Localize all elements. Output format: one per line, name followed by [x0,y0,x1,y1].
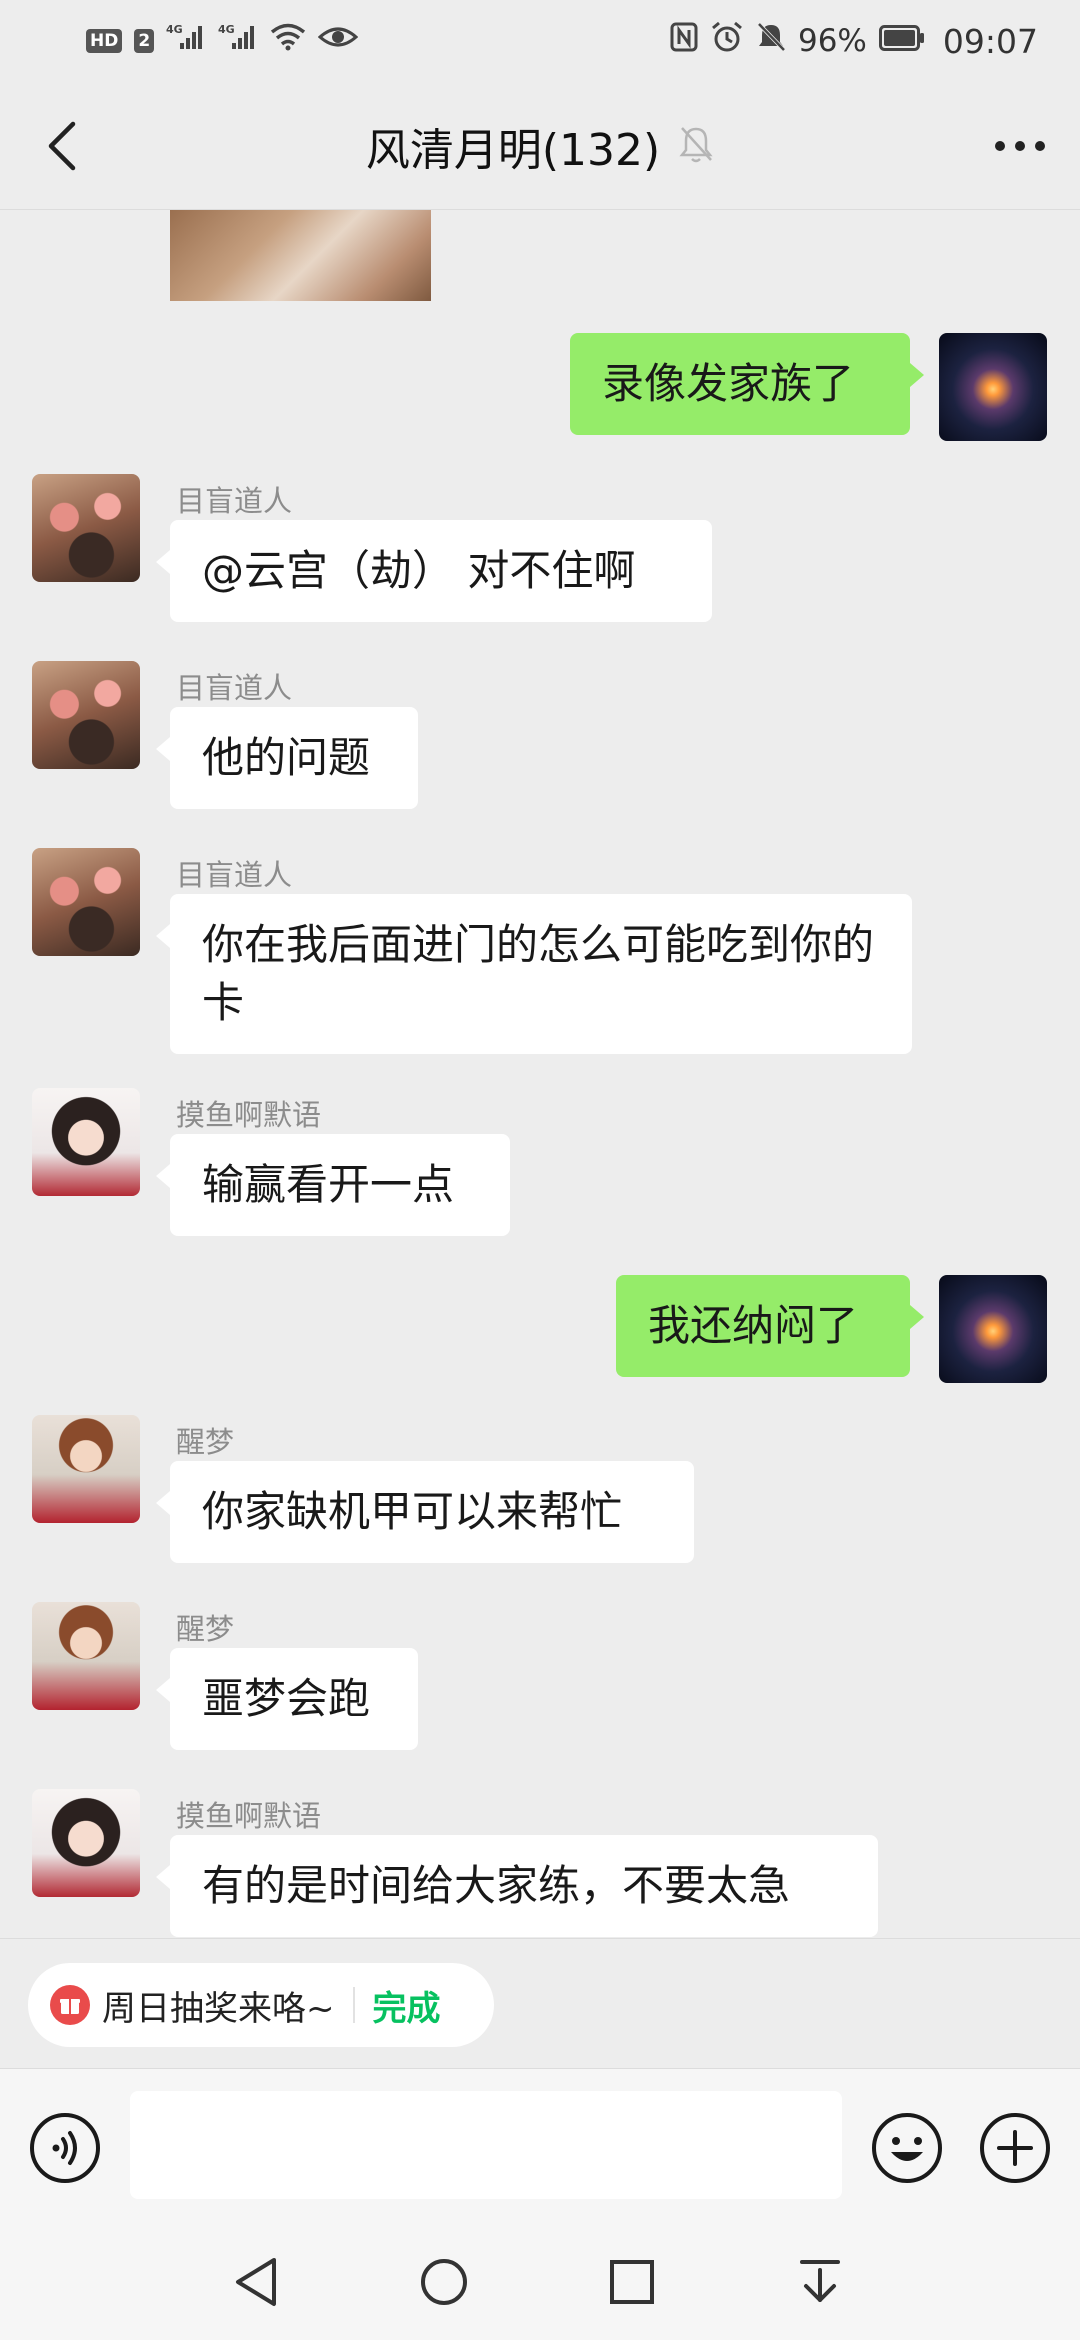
page-title: 风清月明(132) [365,125,661,176]
sender-name: 醒梦 [176,1425,235,1459]
voice-button[interactable] [29,2112,101,2184]
sender-avatar[interactable] [32,1602,140,1710]
status-right: 96% 09:07 [670,21,1038,61]
sender-avatar[interactable] [32,1789,140,1897]
chat-screen: HD 2 4G 4G 96% 09:07 风清月明(132) 录像发家族了 目盲… [0,0,1080,2340]
title-group: 风清月明(132) [0,118,1080,176]
plus-circle-icon [980,2113,1050,2183]
sender-avatar[interactable] [32,474,140,582]
network-2-label: 4G [218,23,235,36]
status-left: HD 2 4G 4G [86,23,359,59]
my-avatar[interactable] [939,333,1047,441]
battery-icon [878,23,925,59]
incoming-bubble[interactable]: 噩梦会跑 [156,1648,418,1750]
nav-home-button[interactable] [412,2250,476,2314]
input-bar [0,2068,1080,2228]
chip-divider [352,1987,355,2023]
eye-icon [317,23,359,59]
done-button[interactable]: 完成 [373,1981,441,2030]
message-list[interactable]: 录像发家族了 目盲道人 @云宫（劫） 对不住啊 目盲道人 他的问题 目盲道人 你… [0,210,1080,1938]
hd-badge: HD [86,29,123,53]
voice-icon [30,2113,100,2183]
sender-name: 摸鱼啊默语 [176,1098,322,1132]
system-nav-bar [0,2228,1080,2340]
sender-name: 摸鱼啊默语 [176,1799,322,1833]
sender-avatar[interactable] [32,848,140,956]
silent-bell-icon [756,21,786,61]
incoming-bubble[interactable]: 有的是时间给大家练，不要太急 [156,1835,878,1937]
wifi-icon [270,23,306,59]
more-dots-icon [995,141,1045,151]
network-1-label: 4G [166,23,183,36]
image-message[interactable] [170,210,431,301]
chip-label: 周日抽奖来咯~ [102,1988,335,2029]
bell-off-icon [678,124,714,168]
battery-percent: 96% [797,23,867,59]
emoji-button[interactable] [871,2112,943,2184]
incoming-bubble[interactable]: 他的问题 [156,707,418,809]
alarm-icon [710,21,744,61]
more-actions-button[interactable] [979,2112,1051,2184]
sender-avatar[interactable] [32,661,140,769]
lottery-chip[interactable]: 周日抽奖来咯~ 完成 [28,1963,494,2047]
emoji-icon [872,2113,942,2183]
incoming-bubble[interactable]: 输赢看开一点 [156,1134,510,1236]
signal-icon: 4G [166,23,206,59]
quick-action-bar: 周日抽奖来咯~ 完成 [0,1938,1080,2068]
square-recents-icon [610,2260,654,2304]
sender-name: 目盲道人 [176,671,293,705]
nav-back-button[interactable] [224,2250,288,2314]
sender-name: 目盲道人 [176,484,293,518]
status-bar: HD 2 4G 4G 96% 09:07 [0,0,1080,82]
incoming-bubble[interactable]: 你在我后面进门的怎么可能吃到你的卡 [156,894,912,1054]
incoming-bubble[interactable]: 你家缺机甲可以来帮忙 [156,1461,694,1563]
circle-home-icon [421,2259,467,2305]
sender-avatar[interactable] [32,1088,140,1196]
sim-badge: 2 [134,29,155,53]
my-avatar[interactable] [939,1275,1047,1383]
more-options-button[interactable] [988,114,1052,178]
triangle-back-icon [236,2258,276,2306]
nav-notification-button[interactable] [788,2250,852,2314]
nfc-icon [670,22,698,60]
nav-recents-button[interactable] [600,2250,664,2314]
sender-name: 目盲道人 [176,858,293,892]
sender-name: 醒梦 [176,1612,235,1646]
clock: 09:07 [942,21,1038,61]
outgoing-bubble[interactable]: 录像发家族了 [570,333,924,435]
outgoing-bubble[interactable]: 我还纳闷了 [616,1275,924,1377]
message-input[interactable] [130,2091,842,2199]
incoming-bubble[interactable]: @云宫（劫） 对不住啊 [156,520,712,622]
pull-down-icon [800,2260,840,2302]
gift-icon [50,1985,90,2025]
chat-header: 风清月明(132) [0,82,1080,210]
signal-icon: 4G [218,23,258,59]
sender-avatar[interactable] [32,1415,140,1523]
